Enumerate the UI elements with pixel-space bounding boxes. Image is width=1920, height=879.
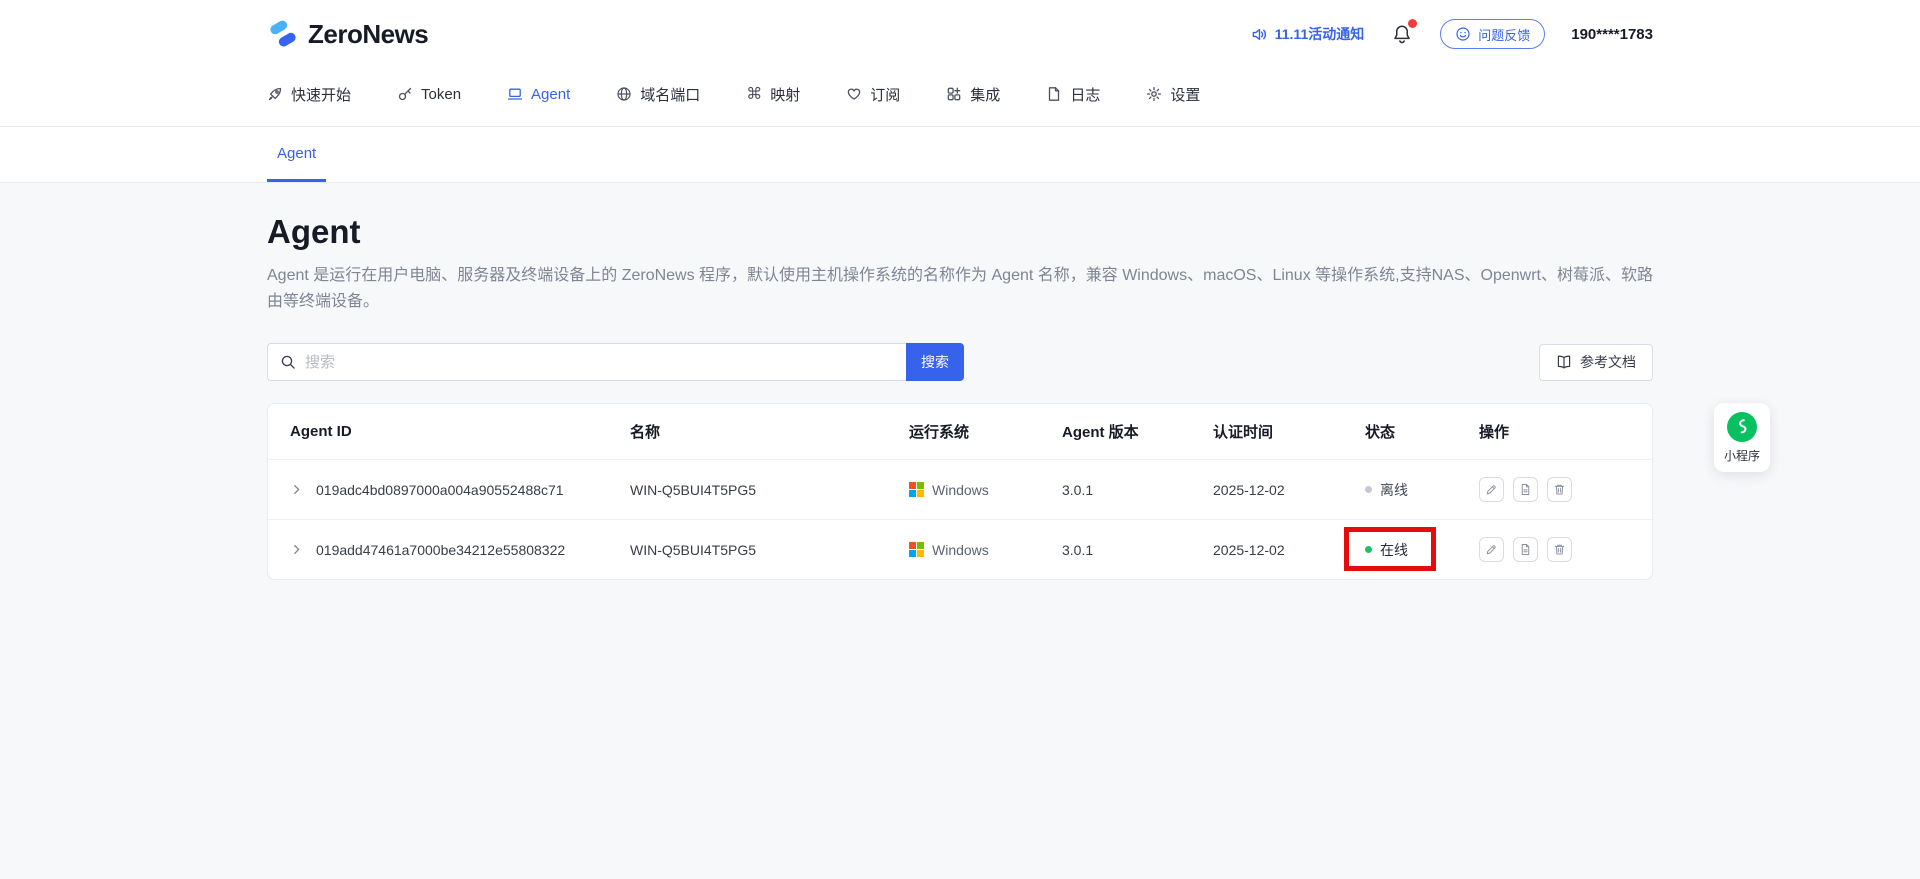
zeronews-logo-icon xyxy=(267,18,299,50)
agent-os: Windows xyxy=(932,542,989,558)
expand-chevron-icon[interactable] xyxy=(286,540,306,560)
account-phone[interactable]: 190****1783 xyxy=(1571,26,1653,43)
nav-item-logs[interactable]: 日志 xyxy=(1046,84,1100,105)
nav-label: 设置 xyxy=(1170,84,1200,105)
agent-os: Windows xyxy=(932,482,989,498)
tab-agent[interactable]: Agent xyxy=(267,127,326,182)
status-badge: 离线 xyxy=(1380,480,1408,500)
windows-logo-icon xyxy=(909,542,924,557)
nav-label: 集成 xyxy=(970,84,1000,105)
agent-auth-time: 2025-12-02 xyxy=(1213,482,1365,498)
column-header-os: 运行系统 xyxy=(909,421,1062,442)
heart-icon xyxy=(846,86,862,102)
gear-icon xyxy=(1146,86,1162,102)
status-badge: 在线 xyxy=(1380,540,1408,560)
agent-table: Agent ID 名称 运行系统 Agent 版本 认证时间 状态 操作 019… xyxy=(267,403,1653,580)
nav-label: 日志 xyxy=(1070,84,1100,105)
agent-id: 019add47461a7000be34212e55808322 xyxy=(316,542,565,558)
search-box xyxy=(267,343,906,381)
agent-name: WIN-Q5BUI4T5PG5 xyxy=(630,482,909,498)
command-icon: ⌘ xyxy=(746,86,762,102)
delete-button[interactable] xyxy=(1547,537,1572,562)
miniprogram-label: 小程序 xyxy=(1724,447,1760,464)
nav-item-domain-port[interactable]: 域名端口 xyxy=(616,84,700,105)
search-group: 搜索 xyxy=(267,343,964,381)
notification-badge xyxy=(1408,19,1417,28)
nav-label: 快速开始 xyxy=(291,84,351,105)
search-icon xyxy=(280,354,296,370)
column-header-actions: 操作 xyxy=(1479,421,1652,442)
column-header-name: 名称 xyxy=(630,421,909,442)
status-dot-online xyxy=(1365,546,1372,553)
file-icon xyxy=(1519,483,1532,496)
file-icon xyxy=(1519,543,1532,556)
book-icon xyxy=(1556,354,1572,370)
log-button[interactable] xyxy=(1513,537,1538,562)
search-input[interactable] xyxy=(305,354,894,371)
pencil-icon xyxy=(1485,543,1498,556)
nav-item-token[interactable]: Token xyxy=(397,86,461,103)
laptop-icon xyxy=(507,86,523,102)
brand-logo[interactable]: ZeroNews xyxy=(267,18,428,50)
nav-item-subscription[interactable]: 订阅 xyxy=(846,84,900,105)
nav-label: 订阅 xyxy=(870,84,900,105)
nav-item-mapping[interactable]: ⌘ 映射 xyxy=(746,84,800,105)
nav-item-quickstart[interactable]: 快速开始 xyxy=(267,84,351,105)
delete-button[interactable] xyxy=(1547,477,1572,502)
reference-docs-label: 参考文档 xyxy=(1580,352,1636,372)
nav-label: Agent xyxy=(531,86,570,103)
app-header: ZeroNews 11.11活动通知 xyxy=(0,0,1920,127)
nav-label: 映射 xyxy=(770,84,800,105)
promo-notice-label: 11.11活动通知 xyxy=(1275,24,1365,44)
agent-name: WIN-Q5BUI4T5PG5 xyxy=(630,542,909,558)
feedback-button[interactable]: 问题反馈 xyxy=(1440,19,1545,49)
miniprogram-widget[interactable]: 小程序 xyxy=(1714,403,1770,472)
edit-button[interactable] xyxy=(1479,477,1504,502)
document-icon xyxy=(1046,86,1062,102)
trash-icon xyxy=(1553,543,1566,556)
speaker-icon xyxy=(1251,26,1268,43)
expand-chevron-icon[interactable] xyxy=(286,480,306,500)
table-row: 019adc4bd0897000a004a90552488c71 WIN-Q5B… xyxy=(268,459,1652,519)
main-content: Agent Agent 是运行在用户电脑、服务器及终端设备上的 ZeroNews… xyxy=(267,213,1653,580)
nav-label: Token xyxy=(421,86,461,103)
edit-button[interactable] xyxy=(1479,537,1504,562)
reference-docs-button[interactable]: 参考文档 xyxy=(1539,344,1653,381)
globe-icon xyxy=(616,86,632,102)
table-row: 019add47461a7000be34212e55808322 WIN-Q5B… xyxy=(268,519,1652,579)
brand-name: ZeroNews xyxy=(308,19,428,50)
page-description: Agent 是运行在用户电脑、服务器及终端设备上的 ZeroNews 程序，默认… xyxy=(267,263,1653,315)
rocket-icon xyxy=(267,86,283,102)
status-dot-offline xyxy=(1365,486,1372,493)
notifications-button[interactable] xyxy=(1390,22,1414,46)
column-header-agent-id: Agent ID xyxy=(268,423,630,440)
column-header-version: Agent 版本 xyxy=(1062,421,1213,442)
table-header-row: Agent ID 名称 运行系统 Agent 版本 认证时间 状态 操作 xyxy=(268,404,1652,459)
column-header-status: 状态 xyxy=(1365,421,1479,442)
nav-item-agent[interactable]: Agent xyxy=(507,86,570,103)
smiley-icon xyxy=(1455,26,1471,42)
promo-notice-link[interactable]: 11.11活动通知 xyxy=(1251,24,1365,44)
main-nav: 快速开始 Token Agent xyxy=(267,62,1653,126)
feedback-label: 问题反馈 xyxy=(1478,25,1530,44)
agent-id: 019adc4bd0897000a004a90552488c71 xyxy=(316,482,564,498)
page-title: Agent xyxy=(267,213,1653,251)
nav-item-settings[interactable]: 设置 xyxy=(1146,84,1200,105)
agent-version: 3.0.1 xyxy=(1062,482,1213,498)
column-header-auth-time: 认证时间 xyxy=(1213,421,1365,442)
agent-version: 3.0.1 xyxy=(1062,542,1213,558)
key-icon xyxy=(397,86,413,102)
trash-icon xyxy=(1553,483,1566,496)
agent-auth-time: 2025-12-02 xyxy=(1213,542,1365,558)
subtab-bar: Agent xyxy=(0,127,1920,183)
log-button[interactable] xyxy=(1513,477,1538,502)
grid-plus-icon xyxy=(946,86,962,102)
pencil-icon xyxy=(1485,483,1498,496)
search-button[interactable]: 搜索 xyxy=(906,343,964,381)
miniprogram-icon xyxy=(1727,412,1757,442)
nav-label: 域名端口 xyxy=(640,84,700,105)
nav-item-integration[interactable]: 集成 xyxy=(946,84,1000,105)
windows-logo-icon xyxy=(909,482,924,497)
